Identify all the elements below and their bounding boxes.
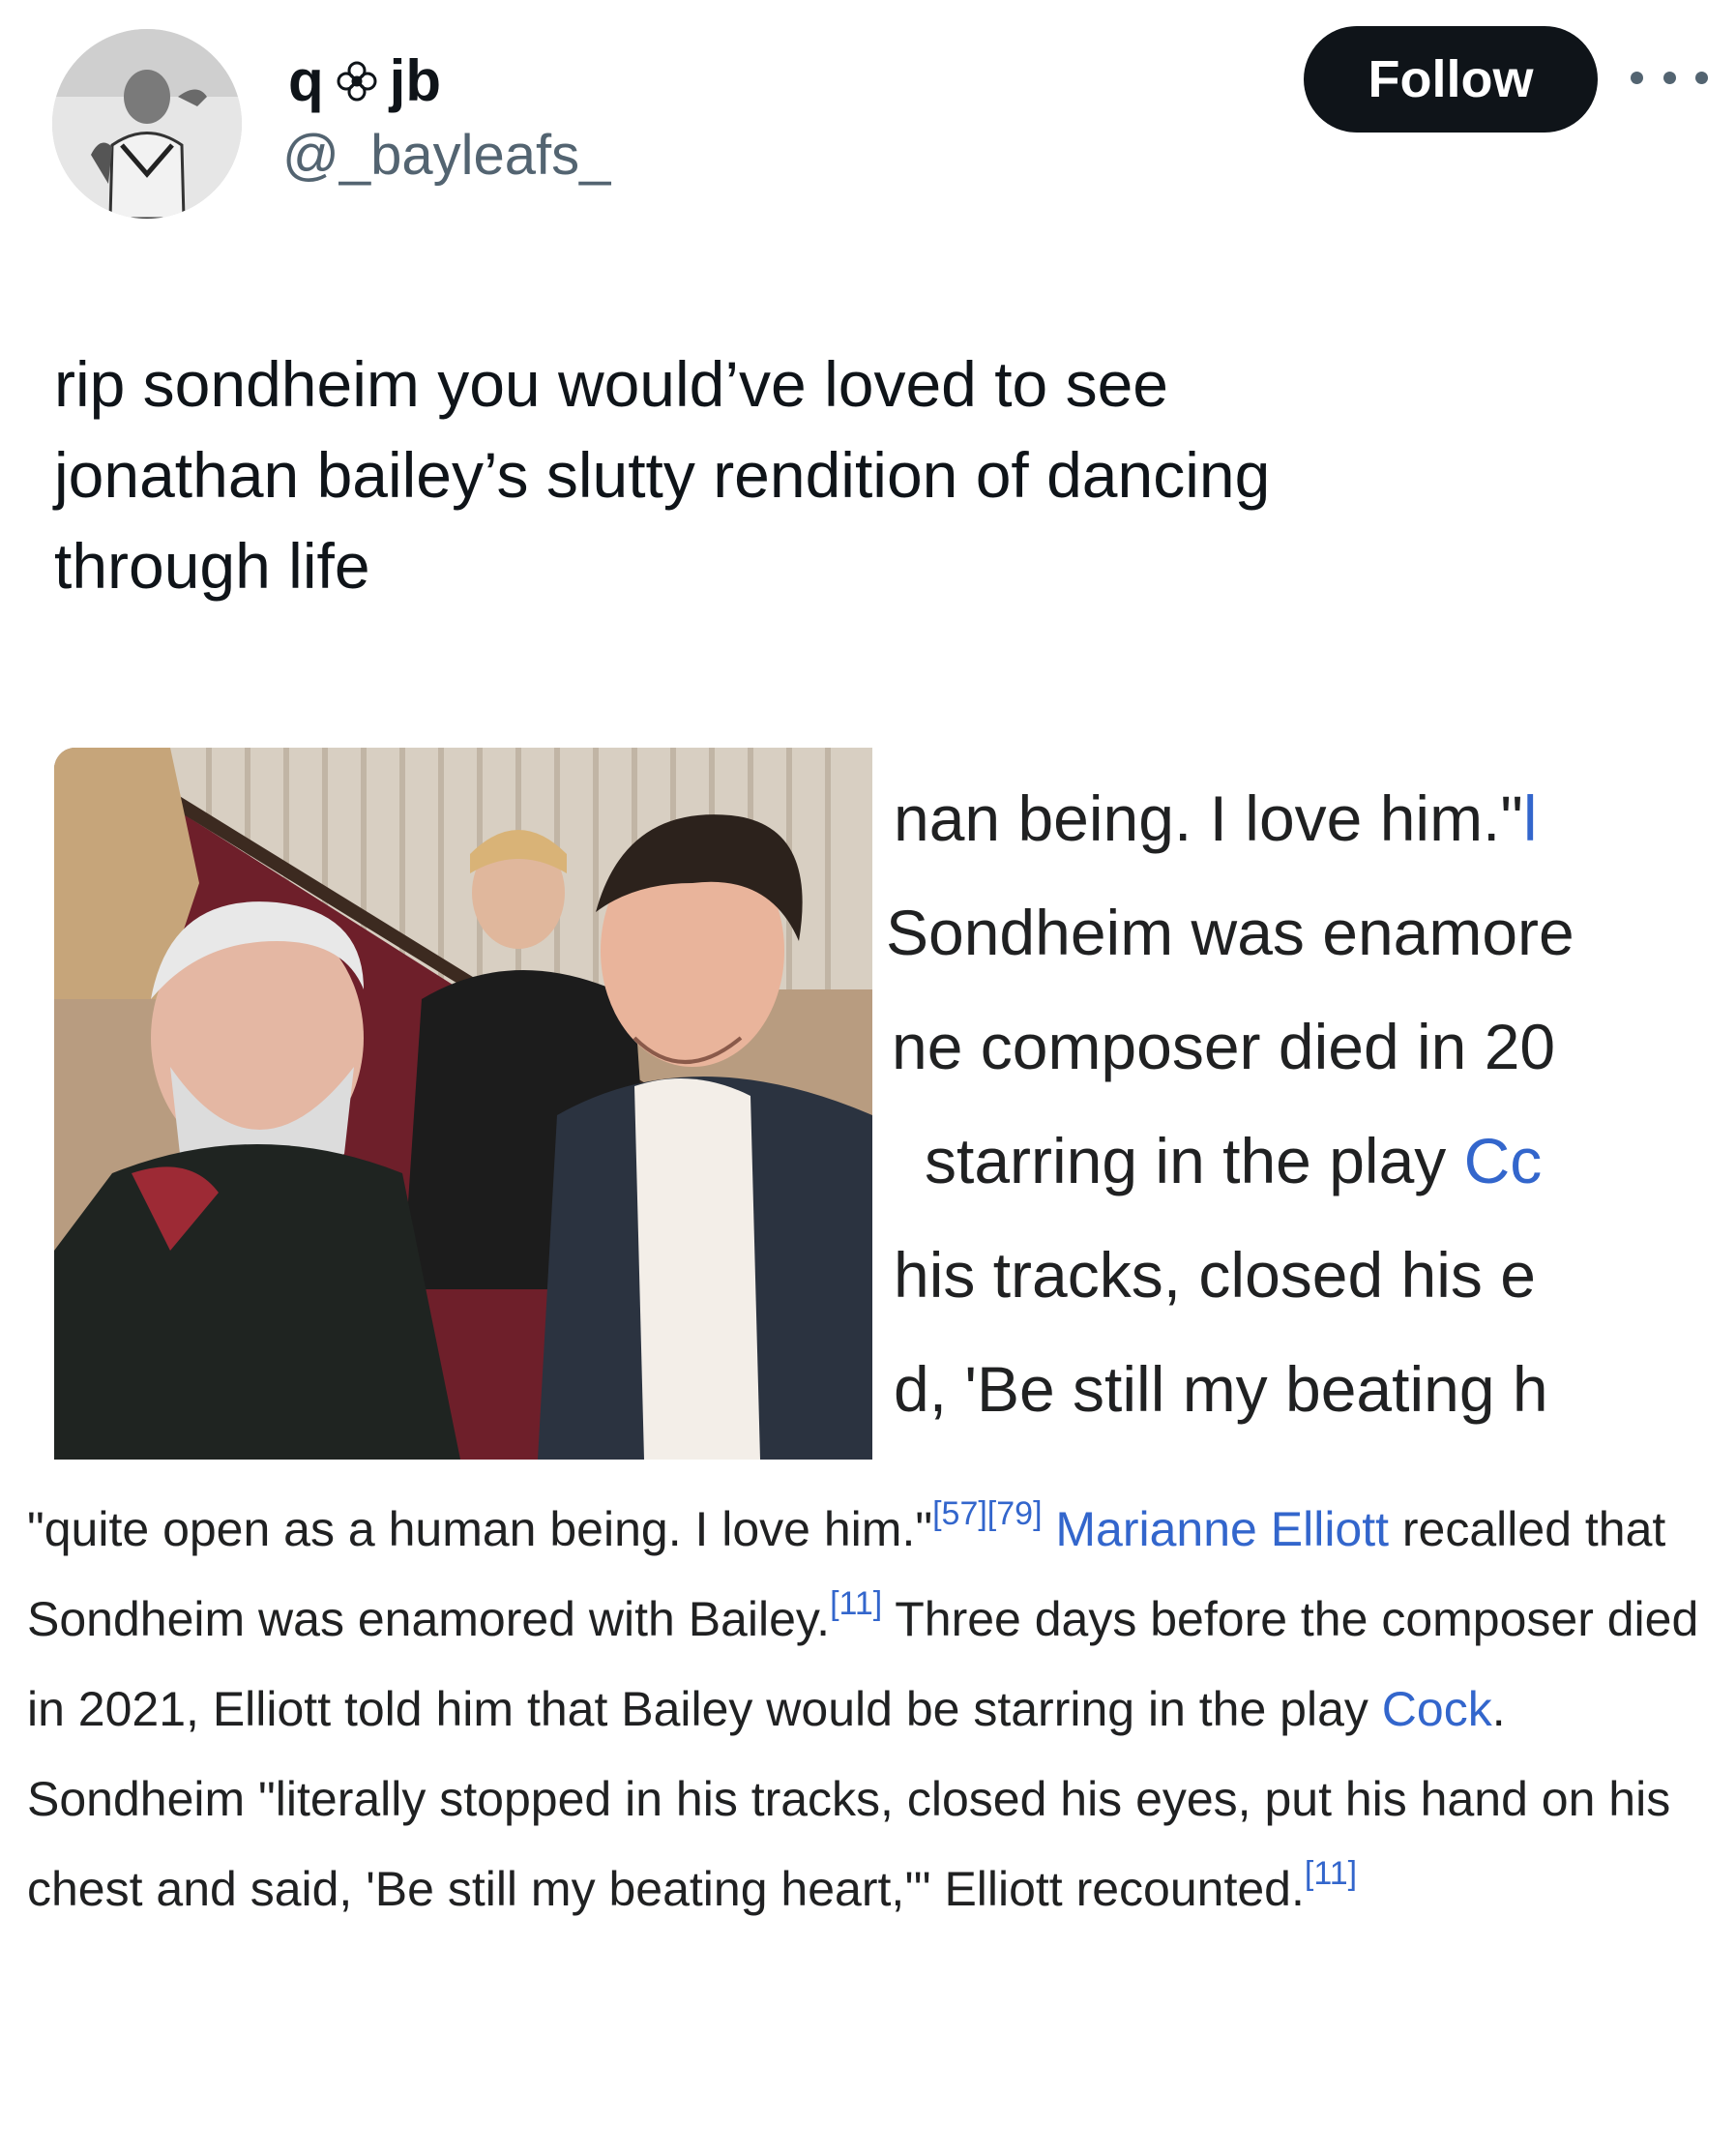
dot bbox=[1631, 71, 1643, 84]
more-dots-icon[interactable] bbox=[1631, 58, 1708, 97]
photo-image[interactable] bbox=[54, 748, 872, 1460]
follow-button[interactable]: Follow bbox=[1304, 26, 1598, 133]
wiki-text: "quite open as a human being. I love him… bbox=[27, 1502, 933, 1556]
cropped-wiki-excerpt: nan being. I love him."l Sondheim was en… bbox=[872, 748, 1736, 1460]
tweet-media[interactable]: nan being. I love him."l Sondheim was en… bbox=[0, 735, 1736, 2154]
cropped-line: d, 'Be still my beating h bbox=[894, 1353, 1548, 1425]
cropped-line-link: Cc bbox=[1463, 1125, 1543, 1196]
citation-link: [11] bbox=[830, 1585, 883, 1622]
flower-icon bbox=[337, 61, 377, 102]
citation-link: [57][79] bbox=[932, 1495, 1043, 1532]
wiki-paragraph: "quite open as a human being. I love him… bbox=[27, 1485, 1710, 1934]
photo-illustration bbox=[54, 748, 872, 1460]
dot bbox=[1662, 71, 1676, 84]
wiki-link: Marianne Elliott bbox=[1042, 1502, 1390, 1556]
wiki-link: Cock bbox=[1381, 1682, 1492, 1736]
citation-link: [11] bbox=[1304, 1855, 1358, 1892]
display-name-end: jb bbox=[389, 48, 441, 113]
cropped-line: nan being. I love him."l bbox=[894, 786, 1538, 850]
dot bbox=[1695, 71, 1708, 84]
cropped-line: starring in the play Cc bbox=[925, 1129, 1542, 1193]
tweet-text: rip sondheim you would’ve loved to see j… bbox=[54, 348, 1271, 602]
cropped-line-link: l bbox=[1522, 782, 1538, 854]
cropped-line-text: starring in the play bbox=[925, 1125, 1464, 1196]
display-name-start: q bbox=[288, 48, 324, 113]
cropped-line: ne composer died in 20 bbox=[892, 1011, 1556, 1082]
cropped-line: his tracks, closed his e bbox=[894, 1239, 1536, 1311]
avatar-image bbox=[52, 29, 242, 219]
avatar[interactable] bbox=[52, 29, 242, 219]
cropped-line: Sondheim was enamore bbox=[886, 897, 1574, 968]
user-handle[interactable]: @_bayleafs_ bbox=[282, 128, 610, 184]
cropped-line-text: nan being. I love him." bbox=[894, 782, 1523, 854]
tweet-card: q jb @_bayleafs_ Follow rip sondheim you… bbox=[0, 0, 1736, 2154]
display-name[interactable]: q jb bbox=[288, 52, 441, 110]
